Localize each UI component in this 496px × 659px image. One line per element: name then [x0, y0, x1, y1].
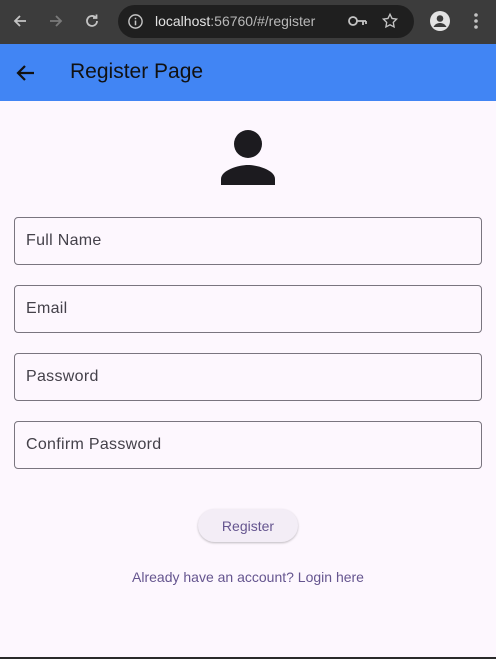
- profile-icon[interactable]: [429, 10, 451, 32]
- address-url: localhost:56760/#/register: [155, 13, 315, 29]
- url-path: :56760/#/register: [210, 13, 316, 29]
- star-icon[interactable]: [381, 12, 399, 35]
- info-icon[interactable]: [127, 13, 144, 35]
- key-icon[interactable]: [348, 14, 368, 33]
- arrow-back-icon[interactable]: [14, 61, 38, 85]
- confirm-password-field[interactable]: [14, 421, 482, 469]
- address-bar[interactable]: localhost:56760/#/register: [118, 5, 414, 38]
- browser-toolbar: localhost:56760/#/register: [0, 0, 496, 44]
- browser-back-icon[interactable]: [10, 11, 30, 31]
- person-icon: [217, 127, 279, 189]
- login-link[interactable]: Already have an account? Login here: [0, 569, 496, 585]
- email-field[interactable]: [14, 285, 482, 333]
- page-title: Register Page: [70, 60, 204, 83]
- register-button[interactable]: Register: [198, 509, 298, 542]
- url-host: localhost: [155, 13, 211, 29]
- browser-forward-icon[interactable]: [46, 11, 66, 31]
- password-field[interactable]: [14, 353, 482, 401]
- full-name-field[interactable]: [14, 217, 482, 265]
- reload-icon[interactable]: [82, 11, 102, 31]
- more-vert-icon[interactable]: [466, 11, 486, 31]
- app-bar: Register Page: [0, 44, 496, 101]
